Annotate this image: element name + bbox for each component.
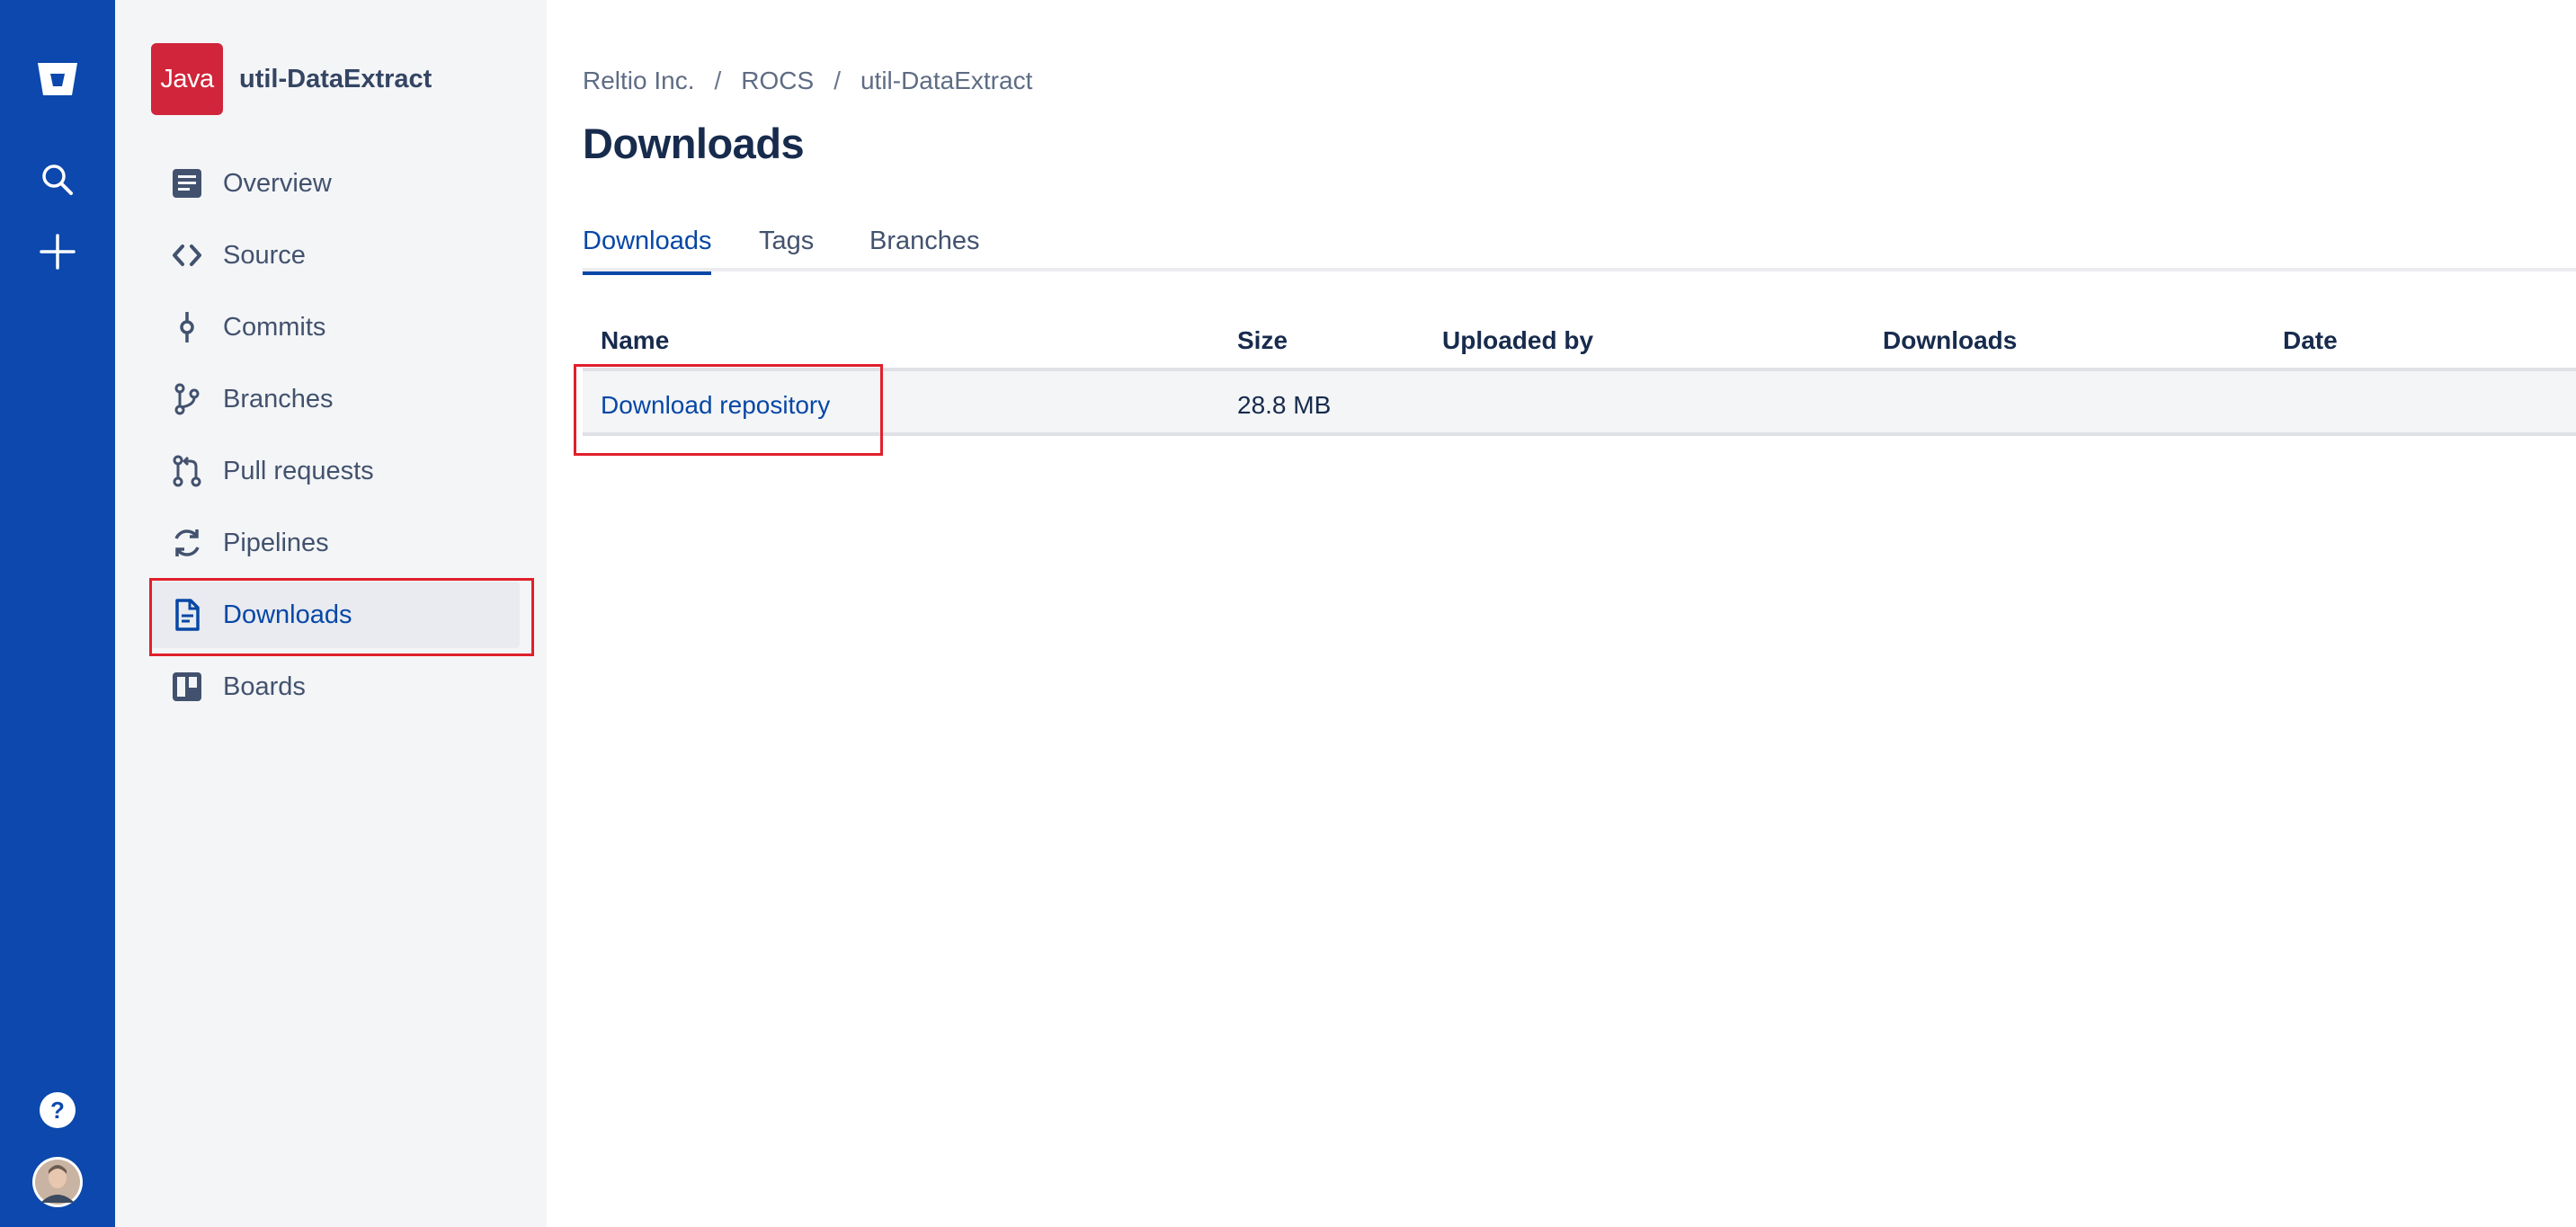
- pull-request-icon: [151, 438, 223, 504]
- tab-branches[interactable]: Branches: [869, 214, 980, 271]
- sidebar-item-label: Pull requests: [223, 456, 374, 485]
- breadcrumb-separator: /: [833, 67, 841, 94]
- main-content: Reltio Inc. / ROCS / util-DataExtract Do…: [574, 0, 2576, 1227]
- project-sidebar: Java util-DataExtract Overview Source Co…: [115, 0, 547, 1227]
- breadcrumb: Reltio Inc. / ROCS / util-DataExtract: [583, 67, 1032, 95]
- repo-name: util-DataExtract: [239, 64, 432, 93]
- cell-name: Download repository: [601, 391, 830, 420]
- sidebar-item-label: Pipelines: [223, 528, 329, 557]
- breadcrumb-item-project[interactable]: ROCS: [741, 67, 814, 95]
- column-header-size[interactable]: Size: [1237, 326, 1288, 355]
- search-icon[interactable]: [0, 151, 115, 209]
- pipelines-icon: [151, 510, 223, 576]
- sidebar-item-boards[interactable]: Boards: [151, 654, 520, 720]
- column-header-uploaded-by[interactable]: Uploaded by: [1442, 326, 1593, 355]
- download-repository-link[interactable]: Download repository: [601, 391, 830, 419]
- sidebar-item-label: Boards: [223, 671, 306, 701]
- breadcrumb-separator: /: [714, 67, 722, 94]
- overview-icon: [151, 150, 223, 217]
- column-header-downloads[interactable]: Downloads: [1883, 326, 2017, 355]
- sidebar-item-commits[interactable]: Commits: [151, 294, 520, 360]
- commit-icon: [151, 294, 223, 360]
- svg-text:?: ?: [50, 1097, 65, 1124]
- sidebar-item-downloads[interactable]: Downloads: [151, 582, 520, 648]
- cell-size: 28.8 MB: [1237, 391, 1332, 419]
- tab-downloads[interactable]: Downloads: [583, 214, 712, 275]
- sidebar-item-label: Overview: [223, 168, 332, 198]
- sidebar-item-label: Commits: [223, 312, 326, 342]
- sidebar-item-label: Branches: [223, 384, 334, 413]
- table-row: Download repository 28.8 MB: [583, 371, 2576, 436]
- plus-icon[interactable]: [0, 223, 115, 280]
- table-header-row: Name Size Uploaded by Downloads Date: [583, 310, 2576, 371]
- sidebar-item-overview[interactable]: Overview: [151, 150, 520, 217]
- sidebar-item-label: Source: [223, 240, 306, 270]
- column-header-name[interactable]: Name: [601, 326, 669, 355]
- help-icon[interactable]: ?: [0, 1081, 115, 1139]
- sidebar-item-pipelines[interactable]: Pipelines: [151, 510, 520, 576]
- breadcrumb-item-workspace[interactable]: Reltio Inc.: [583, 67, 695, 95]
- sidebar-item-source[interactable]: Source: [151, 222, 520, 289]
- repo-header[interactable]: Java util-DataExtract: [151, 43, 432, 115]
- page-title: Downloads: [583, 120, 805, 167]
- user-avatar[interactable]: [0, 1153, 115, 1211]
- board-icon: [151, 654, 223, 720]
- global-nav: ?: [0, 0, 115, 1227]
- sidebar-item-pull-requests[interactable]: Pull requests: [151, 438, 520, 504]
- document-icon: [151, 582, 223, 648]
- code-icon: [151, 222, 223, 289]
- tab-tags[interactable]: Tags: [759, 214, 814, 271]
- sidebar-item-label: Downloads: [223, 600, 352, 629]
- branch-icon: [151, 366, 223, 432]
- repo-avatar: Java: [151, 43, 223, 115]
- bitbucket-logo-icon[interactable]: [0, 50, 115, 108]
- sidebar-item-branches[interactable]: Branches: [151, 366, 520, 432]
- tab-bar: Downloads Tags Branches: [583, 214, 2576, 275]
- downloads-table: Name Size Uploaded by Downloads Date Dow…: [574, 310, 2576, 456]
- breadcrumb-item-repo[interactable]: util-DataExtract: [860, 67, 1032, 95]
- column-header-date[interactable]: Date: [2283, 326, 2338, 355]
